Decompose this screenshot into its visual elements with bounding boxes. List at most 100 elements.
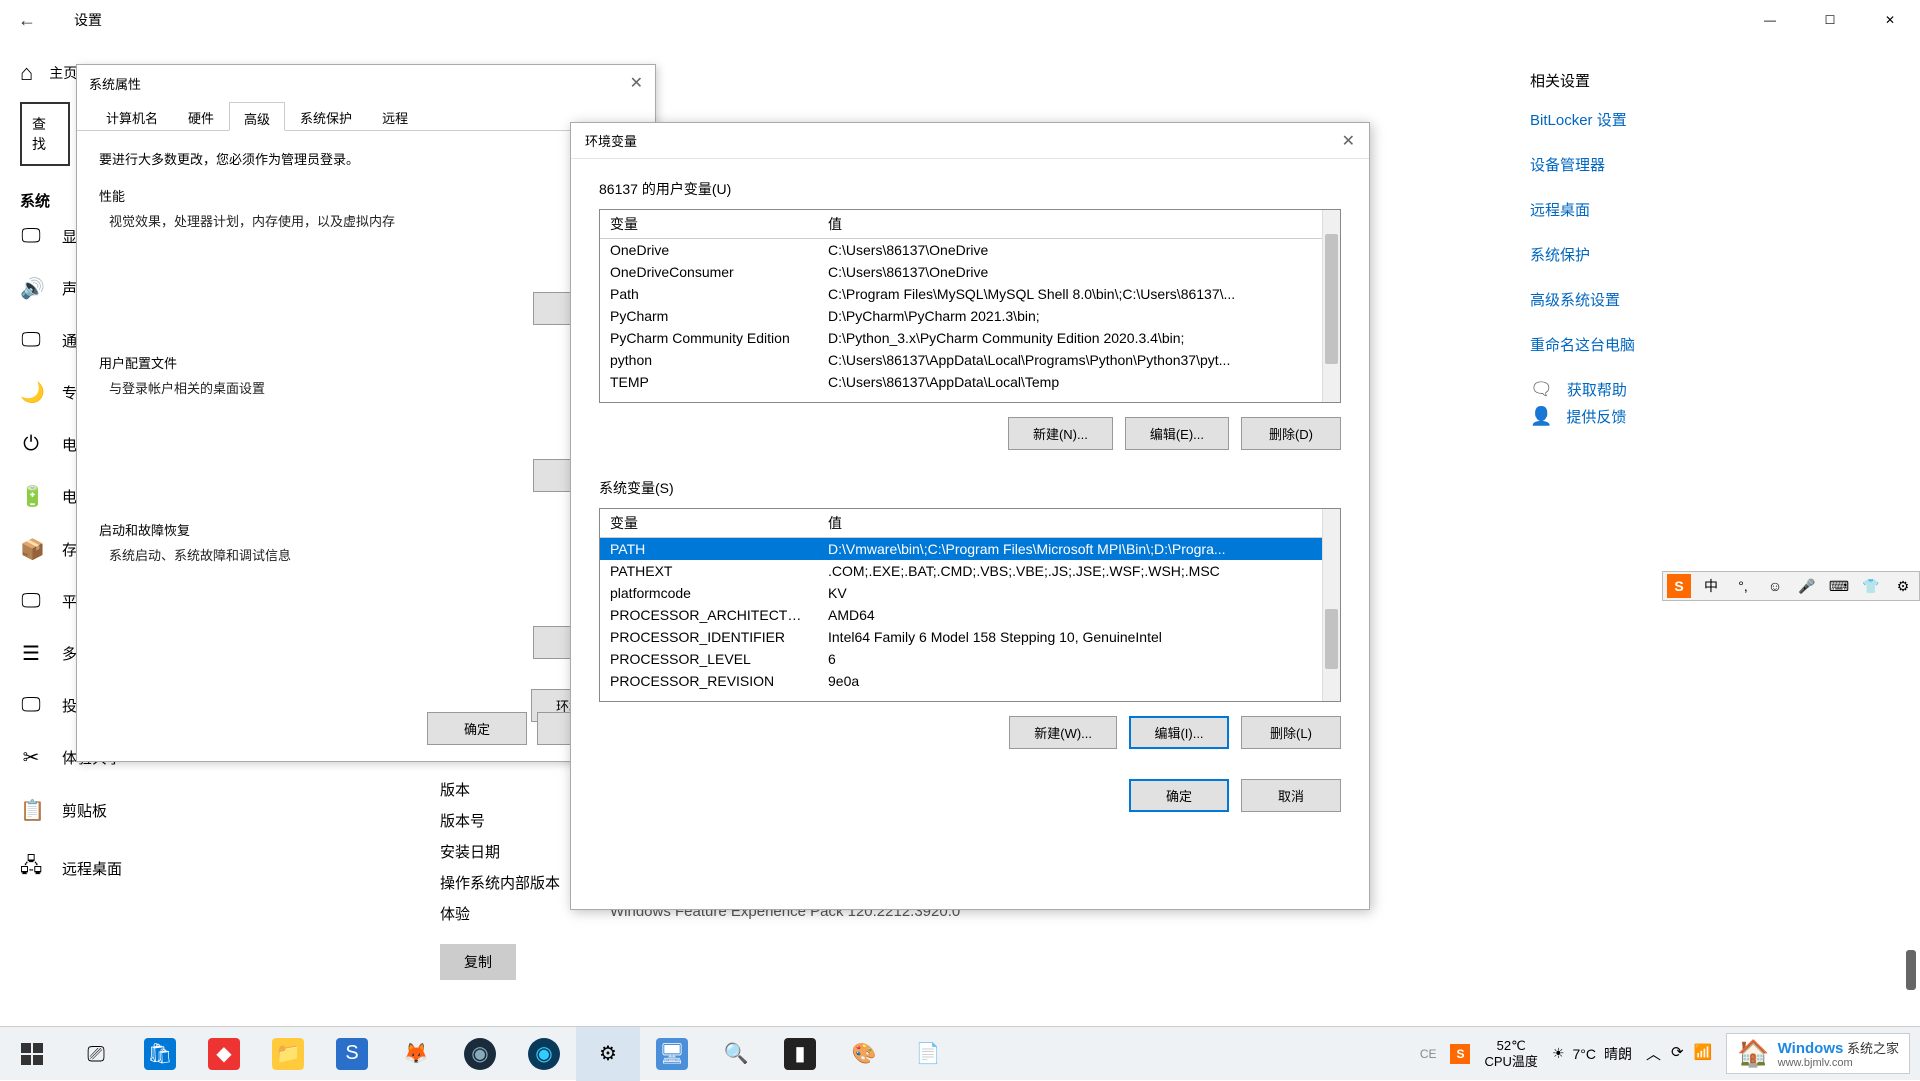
var-value: C:\Users\86137\AppData\Local\Programs\Py… [818,351,1340,369]
storage-icon: 📦 [20,537,42,562]
ime-mode[interactable]: 中 [1699,574,1723,598]
home-icon: ⌂ [20,60,33,86]
ime-sogou-icon[interactable]: S [1667,574,1691,598]
envvars-ok-button[interactable]: 确定 [1129,779,1229,812]
related-link[interactable]: BitLocker 设置 [1530,109,1890,130]
taskbar-app-steam[interactable]: ◉ [448,1027,512,1081]
user-new-button[interactable]: 新建(N)... [1008,417,1113,450]
weather-block[interactable]: ☀ 7°C 晴朗 [1552,1044,1632,1064]
scroll-thumb[interactable] [1325,234,1338,364]
taskbar-app-sublime[interactable]: S [320,1027,384,1081]
brand-sub1: 系统之家 [1847,1041,1899,1056]
tray-sync-icon[interactable]: ⟳ [1671,1043,1684,1064]
related-link[interactable]: 设备管理器 [1530,154,1890,175]
cpu-temp-block[interactable]: 52℃ CPU温度 [1484,1038,1537,1069]
table-row[interactable]: TEMPC:\Users\86137\AppData\Local\Temp [600,371,1340,393]
sidebar-item-clipboard[interactable]: 📋剪贴板 [20,784,380,837]
related-link[interactable]: 重命名这台电脑 [1530,334,1890,355]
remote-icon: 🖧 [20,851,42,885]
maximize-button[interactable]: ☐ [1800,0,1860,40]
related-link[interactable]: 高级系统设置 [1530,289,1890,310]
copy-button[interactable]: 复制 [440,944,516,980]
sys-edit-button[interactable]: 编辑(I)... [1129,716,1229,749]
taskbar-app-search[interactable]: 🔍 [704,1027,768,1081]
table-row[interactable]: PROCESSOR_IDENTIFIERIntel64 Family 6 Mod… [600,626,1340,648]
table-row[interactable]: PROCESSOR_REVISION9e0a [600,670,1340,692]
minimize-button[interactable]: — [1740,0,1800,40]
search-input[interactable]: 查找 [20,102,70,166]
close-icon[interactable]: ✕ [630,73,643,93]
col-var-header[interactable]: 变量 [600,509,818,537]
table-row[interactable]: PATHD:\Vmware\bin\;C:\Program Files\Micr… [600,538,1340,560]
tray-chevron-icon[interactable]: ︿ [1646,1043,1661,1064]
ime-symbol-icon[interactable]: 👕 [1859,574,1883,598]
ime-toolbar[interactable]: S 中 °, ☺ 🎤 ⌨ 👕 ⚙ [1662,571,1920,601]
user-vars-table[interactable]: 变量 值 OneDriveC:\Users\86137\OneDriveOneD… [599,209,1341,403]
col-var-header[interactable]: 变量 [600,210,818,238]
table-row[interactable]: platformcodeKV [600,582,1340,604]
tab-4[interactable]: 远程 [367,101,423,130]
sidebar-item-remote[interactable]: 🖧远程桌面 [20,837,380,899]
ime-symbol-icon[interactable]: °, [1731,574,1755,598]
nav-label: 通 [62,330,77,351]
user-edit-button[interactable]: 编辑(E)... [1125,417,1229,450]
help-row[interactable]: 🗨 获取帮助 [1530,379,1890,400]
var-value: Intel64 Family 6 Model 158 Stepping 10, … [818,628,1340,646]
ime-symbol-icon[interactable]: ⚙ [1891,574,1915,598]
taskbar-app-uplay[interactable]: ◉ [512,1027,576,1081]
back-arrow-icon[interactable]: ← [10,2,44,39]
user-delete-button[interactable]: 删除(D) [1241,417,1341,450]
related-link[interactable]: 远程桌面 [1530,199,1890,220]
tray-wifi-icon[interactable]: 📶 [1694,1043,1713,1064]
table-row[interactable]: PROCESSOR_LEVEL6 [600,648,1340,670]
ime-symbol-icon[interactable]: ☺ [1763,574,1787,598]
profiles-desc: 与登录帐户相关的桌面设置 [109,378,633,397]
sysprops-ok-button[interactable]: 确定 [427,712,527,745]
table-row[interactable]: OneDriveConsumerC:\Users\86137\OneDrive [600,261,1340,283]
envvars-titlebar: 环境变量 ✕ [571,123,1369,159]
taskbar-app-doc[interactable]: 📄 [896,1027,960,1081]
taskbar-app-control[interactable]: 🖥 [640,1027,704,1081]
taskbar-app-settings[interactable]: ⚙ [576,1027,640,1081]
ime-symbol-icon[interactable]: 🎤 [1795,574,1819,598]
var-value: C:\Users\86137\AppData\Local\Temp [818,373,1340,391]
tab-1[interactable]: 硬件 [173,101,229,130]
tab-2[interactable]: 高级 [229,102,285,131]
close-icon[interactable]: ✕ [1342,131,1355,151]
taskbar-app-red[interactable]: ◆ [192,1027,256,1081]
related-link[interactable]: 系统保护 [1530,244,1890,265]
table-row[interactable]: PyCharmD:\PyCharm\PyCharm 2021.3\bin; [600,305,1340,327]
taskbar-app-firefox[interactable]: 🦊 [384,1027,448,1081]
task-view-button[interactable]: ⎚ [64,1027,128,1081]
start-button[interactable] [0,1027,64,1081]
col-val-header[interactable]: 值 [818,509,1340,537]
sys-new-button[interactable]: 新建(W)... [1009,716,1117,749]
taskbar-app-paint[interactable]: 🎨 [832,1027,896,1081]
table-row[interactable]: pythonC:\Users\86137\AppData\Local\Progr… [600,349,1340,371]
close-button[interactable]: ✕ [1860,0,1920,40]
scrollbar[interactable] [1322,210,1340,402]
table-row[interactable]: PATHEXT.COM;.EXE;.BAT;.CMD;.VBS;.VBE;.JS… [600,560,1340,582]
tray-lang[interactable]: CE [1420,1047,1437,1061]
taskbar-app-explorer[interactable]: 📁 [256,1027,320,1081]
feedback-row[interactable]: 👤 提供反馈 [1530,406,1890,427]
col-val-header[interactable]: 值 [818,210,1340,238]
table-row[interactable]: PROCESSOR_ARCHITECTUREAMD64 [600,604,1340,626]
table-row[interactable]: PyCharm Community EditionD:\Python_3.x\P… [600,327,1340,349]
taskbar-app-store[interactable]: 🛍 [128,1027,192,1081]
scrollbar[interactable] [1322,509,1340,701]
table-row[interactable]: PathC:\Program Files\MySQL\MySQL Shell 8… [600,283,1340,305]
taskbar-app-terminal[interactable]: ▮ [768,1027,832,1081]
table-row[interactable]: OneDriveC:\Users\86137\OneDrive [600,239,1340,261]
tab-0[interactable]: 计算机名 [91,101,173,130]
tab-3[interactable]: 系统保护 [285,101,367,130]
sys-vars-table[interactable]: 变量 值 PATHD:\Vmware\bin\;C:\Program Files… [599,508,1341,702]
ime-symbol-icon[interactable]: ⌨ [1827,574,1851,598]
sys-delete-button[interactable]: 删除(L) [1241,716,1341,749]
power-icon: ⏻ [20,433,42,456]
tray-ime-icon[interactable]: S [1450,1044,1470,1064]
page-scrollbar[interactable] [1906,950,1916,990]
scroll-thumb[interactable] [1325,609,1338,669]
nav-label: 平 [62,591,77,612]
envvars-cancel-button[interactable]: 取消 [1241,779,1341,812]
